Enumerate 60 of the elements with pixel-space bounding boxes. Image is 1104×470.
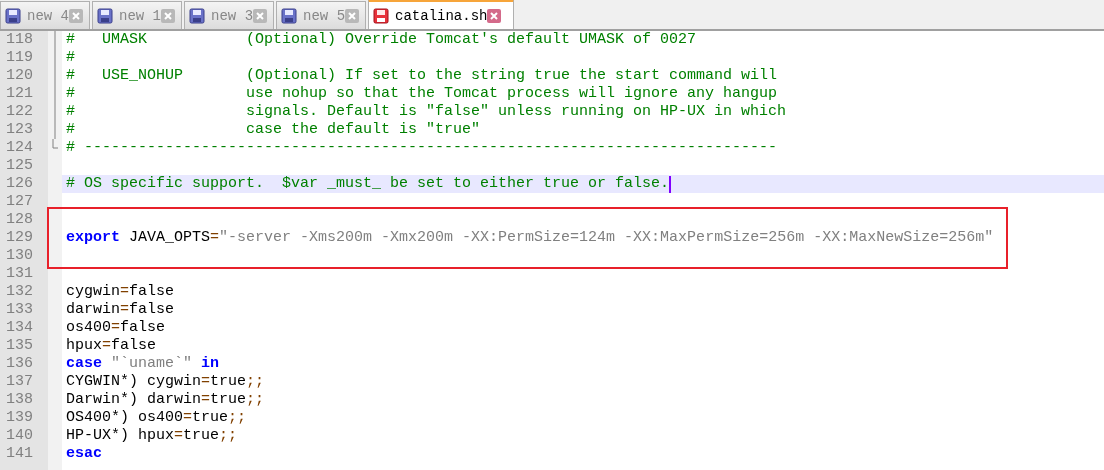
code-line: esac bbox=[66, 445, 102, 463]
code-line: cygwin=false bbox=[66, 283, 175, 301]
code-line: # use nohup so that the Tomcat process will ignore any hangup bbox=[66, 85, 778, 103]
code-line: # signals. Default is "false" unless running on HP-UX in which bbox=[66, 103, 787, 121]
tab-label: new 1 bbox=[119, 7, 162, 24]
code-line: hpux=false bbox=[66, 337, 157, 355]
tab-label: new 5 bbox=[303, 7, 346, 24]
file-tab[interactable]: new 1 bbox=[92, 1, 183, 29]
code-line: case "`uname`" in bbox=[66, 355, 220, 373]
tab-label: catalina.sh bbox=[395, 7, 488, 24]
code-line: Darwin*) darwin=true;; bbox=[66, 391, 265, 409]
line-number: 122 bbox=[5, 103, 34, 121]
line-number: 132 bbox=[5, 283, 34, 301]
close-icon[interactable] bbox=[161, 8, 176, 23]
line-number: 120 bbox=[5, 67, 34, 85]
line-number: 126 bbox=[5, 175, 34, 193]
tab-label: new 3 bbox=[211, 7, 254, 24]
line-number: 124 bbox=[5, 139, 34, 157]
code-line: darwin=false bbox=[66, 301, 175, 319]
line-number: 135 bbox=[5, 337, 34, 355]
code-line: # bbox=[66, 49, 75, 67]
line-number: 140 bbox=[5, 427, 34, 445]
code-line: CYGWIN*) cygwin=true;; bbox=[66, 373, 265, 391]
code-line: HP-UX*) hpux=true;; bbox=[66, 427, 238, 445]
code-line: # OS specific support. $var _must_ be set to either true or false. bbox=[66, 175, 670, 193]
line-number: 127 bbox=[5, 193, 34, 211]
line-number: 141 bbox=[5, 445, 34, 463]
close-icon[interactable] bbox=[487, 8, 502, 23]
close-icon[interactable] bbox=[69, 8, 83, 23]
line-number: 139 bbox=[5, 409, 34, 427]
line-number: 125 bbox=[5, 157, 34, 175]
line-number: 130 bbox=[5, 247, 34, 265]
file-tab[interactable]: new 4 bbox=[0, 1, 90, 29]
line-number: 137 bbox=[5, 373, 34, 391]
code-line: OS400*) os400=true;; bbox=[66, 409, 247, 427]
file-tab[interactable]: new 3 bbox=[184, 1, 275, 29]
line-number: 123 bbox=[5, 121, 34, 139]
code-line: # USE_NOHUP (Optional) If set to the string true the start command will bbox=[66, 67, 778, 85]
close-icon[interactable] bbox=[253, 8, 268, 23]
line-number: 136 bbox=[5, 355, 34, 373]
tab-label: new 4 bbox=[27, 7, 69, 24]
fold-end-icon bbox=[52, 139, 58, 149]
code-line: export JAVA_OPTS="-server -Xms200m -Xmx200m -XX:PermSize=124m -XX:MaxPermSize=256m -XX:MaxNewSize=256m" bbox=[66, 229, 994, 247]
line-number: 119 bbox=[5, 49, 34, 67]
code-line: # ----------------------------------------------------------------------------- bbox=[66, 139, 778, 157]
line-number: 134 bbox=[5, 319, 34, 337]
code-line: os400=false bbox=[66, 319, 166, 337]
code-line: # case the default is "true" bbox=[66, 121, 481, 139]
close-icon[interactable] bbox=[345, 8, 360, 23]
line-number: 118 bbox=[5, 31, 34, 49]
line-number: 133 bbox=[5, 301, 34, 319]
file-tab[interactable]: catalina.sh bbox=[368, 0, 515, 29]
line-number: 128 bbox=[5, 211, 34, 229]
line-number: 121 bbox=[5, 85, 34, 103]
file-tab[interactable]: new 5 bbox=[276, 1, 367, 29]
line-number: 131 bbox=[5, 265, 34, 283]
line-number: 129 bbox=[5, 229, 34, 247]
code-line: # UMASK (Optional) Override Tomcat's default UMASK of 0027 bbox=[66, 31, 697, 49]
line-number: 138 bbox=[5, 391, 34, 409]
text-caret bbox=[669, 175, 671, 193]
